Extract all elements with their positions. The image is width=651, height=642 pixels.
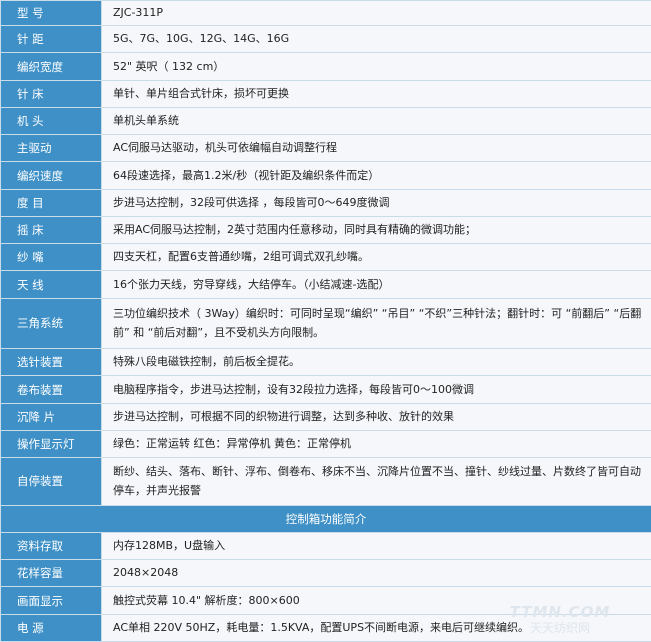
row-value-racking: 采用AC伺服马达控制，2英寸范围内任意移动，同时具有精确的微调功能； <box>101 215 651 245</box>
row-value-yarn-carrier: 四支天杠，配置6支普通纱嘴，2组可调式双孔纱嘴。 <box>101 243 651 272</box>
row-label-racking: 摇 床 <box>0 215 102 245</box>
row-value-knitting-width: 52" 英呎（ 132 cm） <box>101 52 651 81</box>
row-label-needle-bed: 针 床 <box>0 79 102 108</box>
row-value-display: 触控式荧幕 10.4" 解析度：800×600 <box>101 586 651 615</box>
row-value-indicator-lights: 绿色：正常运转 红色：异常停机 黄色：正常停机 <box>101 429 651 459</box>
table-row: 操作显示灯 绿色：正常运转 红色：异常停机 黄色：正常停机 <box>0 429 651 459</box>
table-row: 度 目 步进马达控制，32段可供选择 ，每段皆可0～649度微调 <box>0 188 651 217</box>
table-row: 机 头 单机头单系统 <box>0 106 651 136</box>
table-row: 编织速度 64段速选择，最高1.2米/秒（视针距及编织条件而定） <box>0 161 651 190</box>
table-row: 针 床 单针、单片组合式针床，损坏可更换 <box>0 79 651 108</box>
row-label-carriage: 机 头 <box>0 106 102 136</box>
row-value-needle-selection: 特殊八段电磁铁控制，前后板全提花。 <box>101 348 651 377</box>
row-label-power: 电 源 <box>0 613 102 642</box>
table-row: 三角系统 三功位编织技术（ 3Way）编织时：可同时呈现“编织” “吊目” “不… <box>0 297 651 350</box>
table-row: 电 源 AC单相 220V 50HZ，耗电量：1.5KVA，配置UPS不间断电源… <box>0 613 651 642</box>
row-value-auto-stop: 断纱、结头、落布、断针、浮布、倒卷布、移床不当、沉降片位置不当、撞针、纱线过量、… <box>101 457 651 506</box>
table-row: 沉降 片 步进马达控制，可根据不同的织物进行调整，达到多种收、放针的效果 <box>0 402 651 431</box>
row-label-tension-antenna: 天 线 <box>0 270 102 299</box>
row-value-model: ZJC-311P <box>101 0 651 27</box>
table-row: 针 距 5G、7G、10G、12G、14G、16G <box>0 25 651 54</box>
row-label-data-storage: 资料存取 <box>0 531 102 561</box>
row-label-takedown: 卷布装置 <box>0 375 102 404</box>
row-value-data-storage: 内存128MB，U盘输入 <box>101 531 651 561</box>
row-label-cam-system: 三角系统 <box>0 297 102 350</box>
row-value-main-drive: AC伺服马达驱动，机头可依编幅自动调整行程 <box>101 134 651 163</box>
table-row: 摇 床 采用AC伺服马达控制，2英寸范围内任意移动，同时具有精确的微调功能； <box>0 215 651 245</box>
table-row: 选针装置 特殊八段电磁铁控制，前后板全提花。 <box>0 348 651 377</box>
row-label-auto-stop: 自停装置 <box>0 457 102 506</box>
row-label-indicator-lights: 操作显示灯 <box>0 429 102 459</box>
row-label-sinker: 沉降 片 <box>0 402 102 431</box>
table-row: 画面显示 触控式荧幕 10.4" 解析度：800×600 <box>0 586 651 615</box>
row-value-power: AC单相 220V 50HZ，耗电量：1.5KVA，配置UPS不间断电源，来电后… <box>101 613 651 642</box>
row-label-pattern-capacity: 花样容量 <box>0 559 102 588</box>
row-label-main-drive: 主驱动 <box>0 134 102 163</box>
spec-table: 型 号 ZJC-311P 针 距 5G、7G、10G、12G、14G、16G 编… <box>0 0 651 642</box>
row-label-yarn-carrier: 纱 嘴 <box>0 243 102 272</box>
table-row: 自停装置 断纱、结头、落布、断针、浮布、倒卷布、移床不当、沉降片位置不当、撞针、… <box>0 457 651 506</box>
table-row: 编织宽度 52" 英呎（ 132 cm） <box>0 52 651 81</box>
row-value-cam-system: 三功位编织技术（ 3Way）编织时：可同时呈现“编织” “吊目” “不织”三种针… <box>101 297 651 350</box>
row-value-carriage: 单机头单系统 <box>101 106 651 136</box>
section-title: 控制箱功能简介 <box>0 504 651 533</box>
row-label-stitch-density: 度 目 <box>0 188 102 217</box>
table-row: 型 号 ZJC-311P <box>0 0 651 27</box>
row-value-knitting-speed: 64段速选择，最高1.2米/秒（视针距及编织条件而定） <box>101 161 651 190</box>
table-row: 纱 嘴 四支天杠，配置6支普通纱嘴，2组可调式双孔纱嘴。 <box>0 243 651 272</box>
row-label-display: 画面显示 <box>0 586 102 615</box>
row-value-needle-bed: 单针、单片组合式针床，损坏可更换 <box>101 79 651 108</box>
row-label-needle-selection: 选针装置 <box>0 348 102 377</box>
table-row: 花样容量 2048×2048 <box>0 559 651 588</box>
row-label-knitting-speed: 编织速度 <box>0 161 102 190</box>
table-row: 主驱动 AC伺服马达驱动，机头可依编幅自动调整行程 <box>0 134 651 163</box>
row-value-takedown: 电脑程序指令，步进马达控制，设有32段拉力选择，每段皆可0～100微调 <box>101 375 651 404</box>
row-label-knitting-width: 编织宽度 <box>0 52 102 81</box>
row-value-stitch-density: 步进马达控制，32段可供选择 ，每段皆可0～649度微调 <box>101 188 651 217</box>
table-row: 卷布装置 电脑程序指令，步进马达控制，设有32段拉力选择，每段皆可0～100微调 <box>0 375 651 404</box>
section-row: 控制箱功能简介 <box>0 504 651 533</box>
row-value-sinker: 步进马达控制，可根据不同的织物进行调整，达到多种收、放针的效果 <box>101 402 651 431</box>
row-value-pattern-capacity: 2048×2048 <box>101 559 651 588</box>
table-row: 资料存取 内存128MB，U盘输入 <box>0 531 651 561</box>
row-label-model: 型 号 <box>0 0 102 27</box>
row-label-gauge: 针 距 <box>0 25 102 54</box>
table-row: 天 线 16个张力天线，穷导穿线，大结停车。（小结减速-选配） <box>0 270 651 299</box>
row-value-tension-antenna: 16个张力天线，穷导穿线，大结停车。（小结减速-选配） <box>101 270 651 299</box>
row-value-gauge: 5G、7G、10G、12G、14G、16G <box>101 25 651 54</box>
